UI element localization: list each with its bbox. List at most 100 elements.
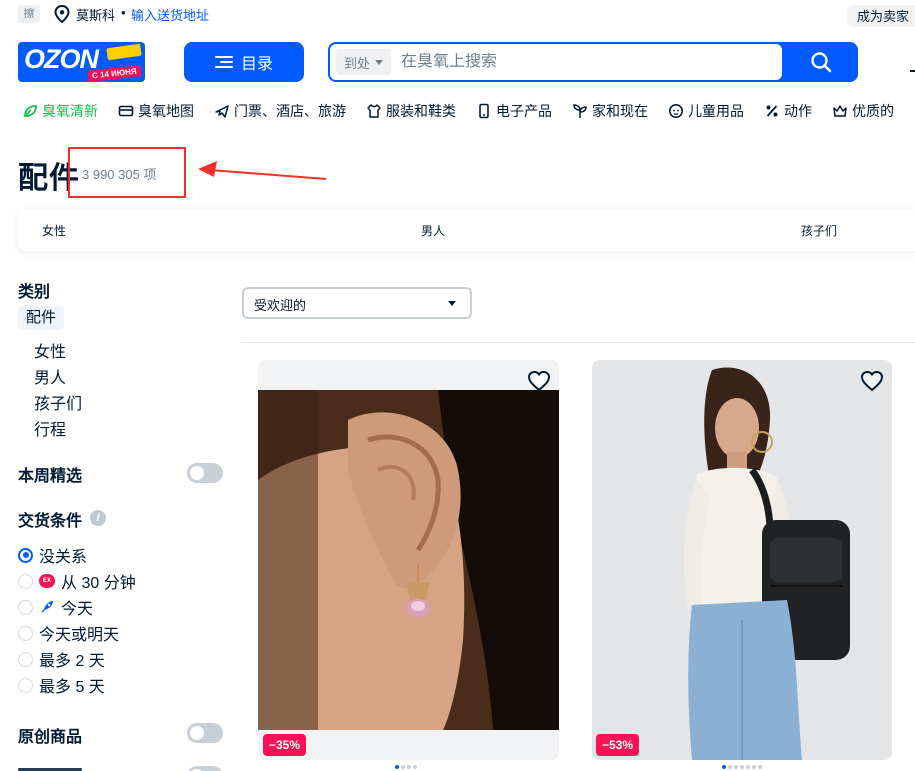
image-carousel-dots[interactable] (395, 765, 417, 769)
city-name[interactable]: 莫斯科 (76, 5, 115, 24)
earring-photo (258, 360, 559, 760)
nav-label: 动作 (784, 103, 812, 119)
nav-label: 电子产品 (496, 103, 552, 119)
sort-dropdown[interactable]: 受欢迎的 (242, 287, 472, 319)
gender-tab-women[interactable]: 女性 (42, 222, 66, 239)
original-goods-label: 原创商品 (18, 729, 83, 746)
location-pin-icon[interactable] (54, 4, 70, 28)
nav-label: 家和现在 (592, 103, 648, 119)
radio-button[interactable] (18, 651, 33, 667)
search-button[interactable] (784, 42, 858, 82)
nav-item-card[interactable]: 臭氧地图 (118, 100, 194, 122)
search-field: 到处 (330, 44, 782, 80)
delivery-option-2days[interactable]: 最多 2 天 (18, 647, 105, 671)
product-image-earring[interactable]: −35% (258, 360, 559, 760)
menu-icon (214, 55, 233, 69)
carousel-dot[interactable] (728, 765, 732, 769)
become-seller-link[interactable]: 成为卖家 (846, 5, 915, 27)
carousel-dot[interactable] (746, 765, 750, 769)
gender-filter-bar: 女性 男人 孩子们 (18, 209, 915, 251)
nav-item-kids[interactable]: 儿童用品 (668, 100, 744, 122)
carousel-dot[interactable] (758, 765, 762, 769)
offscreen-header-item (910, 70, 915, 72)
nav-item-clothes[interactable]: 服装和鞋类 (366, 100, 456, 122)
carousel-dot[interactable] (413, 765, 417, 769)
current-category[interactable]: 配件 (18, 306, 65, 330)
subcategory-travel[interactable]: 行程 (34, 416, 66, 440)
child-icon (669, 104, 683, 118)
nav-label: 门票、酒店、旅游 (234, 103, 346, 119)
subcategory-kids[interactable]: 孩子们 (34, 390, 82, 414)
search-input[interactable] (401, 53, 782, 71)
week-pick-label: 本周精选 (18, 468, 83, 485)
rocket-icon (41, 601, 53, 613)
nav-item-travel[interactable]: 门票、酒店、旅游 (214, 100, 346, 122)
delivery-option-today-tomorrow[interactable]: 今天或明天 (18, 621, 119, 645)
carousel-dot[interactable] (401, 765, 405, 769)
chevron-down-icon (448, 301, 456, 306)
radio-button[interactable] (18, 599, 33, 615)
catalog-button[interactable]: 目录 (184, 42, 304, 82)
separator-dot: • (121, 5, 126, 20)
nav-item-fresh[interactable]: 臭氧清新 (22, 100, 98, 122)
logo-decoration (106, 43, 142, 61)
delivery-option-label: 从 30 分钟 (61, 575, 136, 592)
leaf-icon (24, 105, 37, 117)
image-carousel-dots[interactable] (722, 765, 762, 769)
delivery-option-any[interactable]: 没关系 (18, 543, 87, 567)
plant-icon (573, 104, 587, 118)
nav-item-home[interactable]: 家和现在 (572, 100, 648, 122)
nav-item-promo[interactable]: 动作 (764, 100, 812, 122)
delivery-option-today[interactable]: 今天 (18, 595, 93, 619)
delivery-option-30min[interactable]: EX 从 30 分钟 (18, 569, 136, 593)
delivery-option-5days[interactable]: 最多 5 天 (18, 673, 105, 697)
nav-item-electronics[interactable]: 电子产品 (476, 100, 552, 122)
radio-button[interactable] (18, 547, 33, 563)
percent-icon (766, 105, 778, 117)
card-icon (118, 105, 134, 117)
delivery-option-label: 没关系 (39, 549, 88, 566)
nav-label: 臭氧地图 (138, 103, 194, 119)
plane-icon (215, 105, 229, 118)
carousel-dot[interactable] (407, 765, 411, 769)
nav-item-premium[interactable]: 优质的 (832, 100, 894, 122)
nav-label: 臭氧清新 (42, 103, 98, 119)
small-tag: 擦 (18, 5, 40, 23)
subcategory-women[interactable]: 女性 (34, 338, 66, 362)
carousel-dot[interactable] (395, 765, 399, 769)
backpack-photo (592, 360, 892, 760)
week-pick-toggle[interactable] (187, 463, 223, 483)
favorite-heart-icon[interactable] (527, 370, 551, 397)
chevron-down-icon (375, 59, 384, 65)
ozon-logo[interactable]: OZON С 14 ИЮНЯ (18, 42, 145, 82)
nav-label: 优质的 (852, 103, 894, 119)
subcategory-men[interactable]: 男人 (34, 364, 66, 388)
crown-icon (833, 105, 847, 117)
nav-label: 服装和鞋类 (386, 103, 456, 119)
gender-tab-kids[interactable]: 孩子们 (801, 222, 837, 239)
search-scope-dropdown[interactable]: 到处 (336, 49, 392, 75)
carousel-dot[interactable] (722, 765, 726, 769)
delivery-heading: 交货条件 (18, 513, 83, 530)
carousel-dot[interactable] (752, 765, 756, 769)
carousel-dot[interactable] (740, 765, 744, 769)
original-goods-toggle[interactable] (187, 723, 223, 743)
favorite-heart-icon[interactable] (860, 370, 884, 397)
enter-address-link[interactable]: 输入送货地址 (131, 5, 209, 24)
delivery-option-label: 今天 (61, 601, 94, 618)
radio-button[interactable] (18, 573, 33, 589)
tshirt-icon (367, 104, 381, 118)
product-image-backpack[interactable]: −53% (592, 360, 892, 760)
delivery-option-label: 最多 2 天 (39, 653, 105, 670)
gender-tab-men[interactable]: 男人 (421, 222, 445, 239)
search-scope-label: 到处 (344, 55, 371, 71)
sort-label: 受欢迎的 (254, 298, 307, 313)
annotation-arrow-icon (198, 161, 327, 180)
radio-button[interactable] (18, 677, 33, 693)
info-icon[interactable]: i (90, 510, 106, 526)
search-bar: 到处 (328, 42, 858, 82)
radio-button[interactable] (18, 625, 33, 641)
carousel-dot[interactable] (734, 765, 738, 769)
next-filter-toggle[interactable] (187, 766, 223, 771)
delivery-option-label: 今天或明天 (39, 627, 120, 644)
